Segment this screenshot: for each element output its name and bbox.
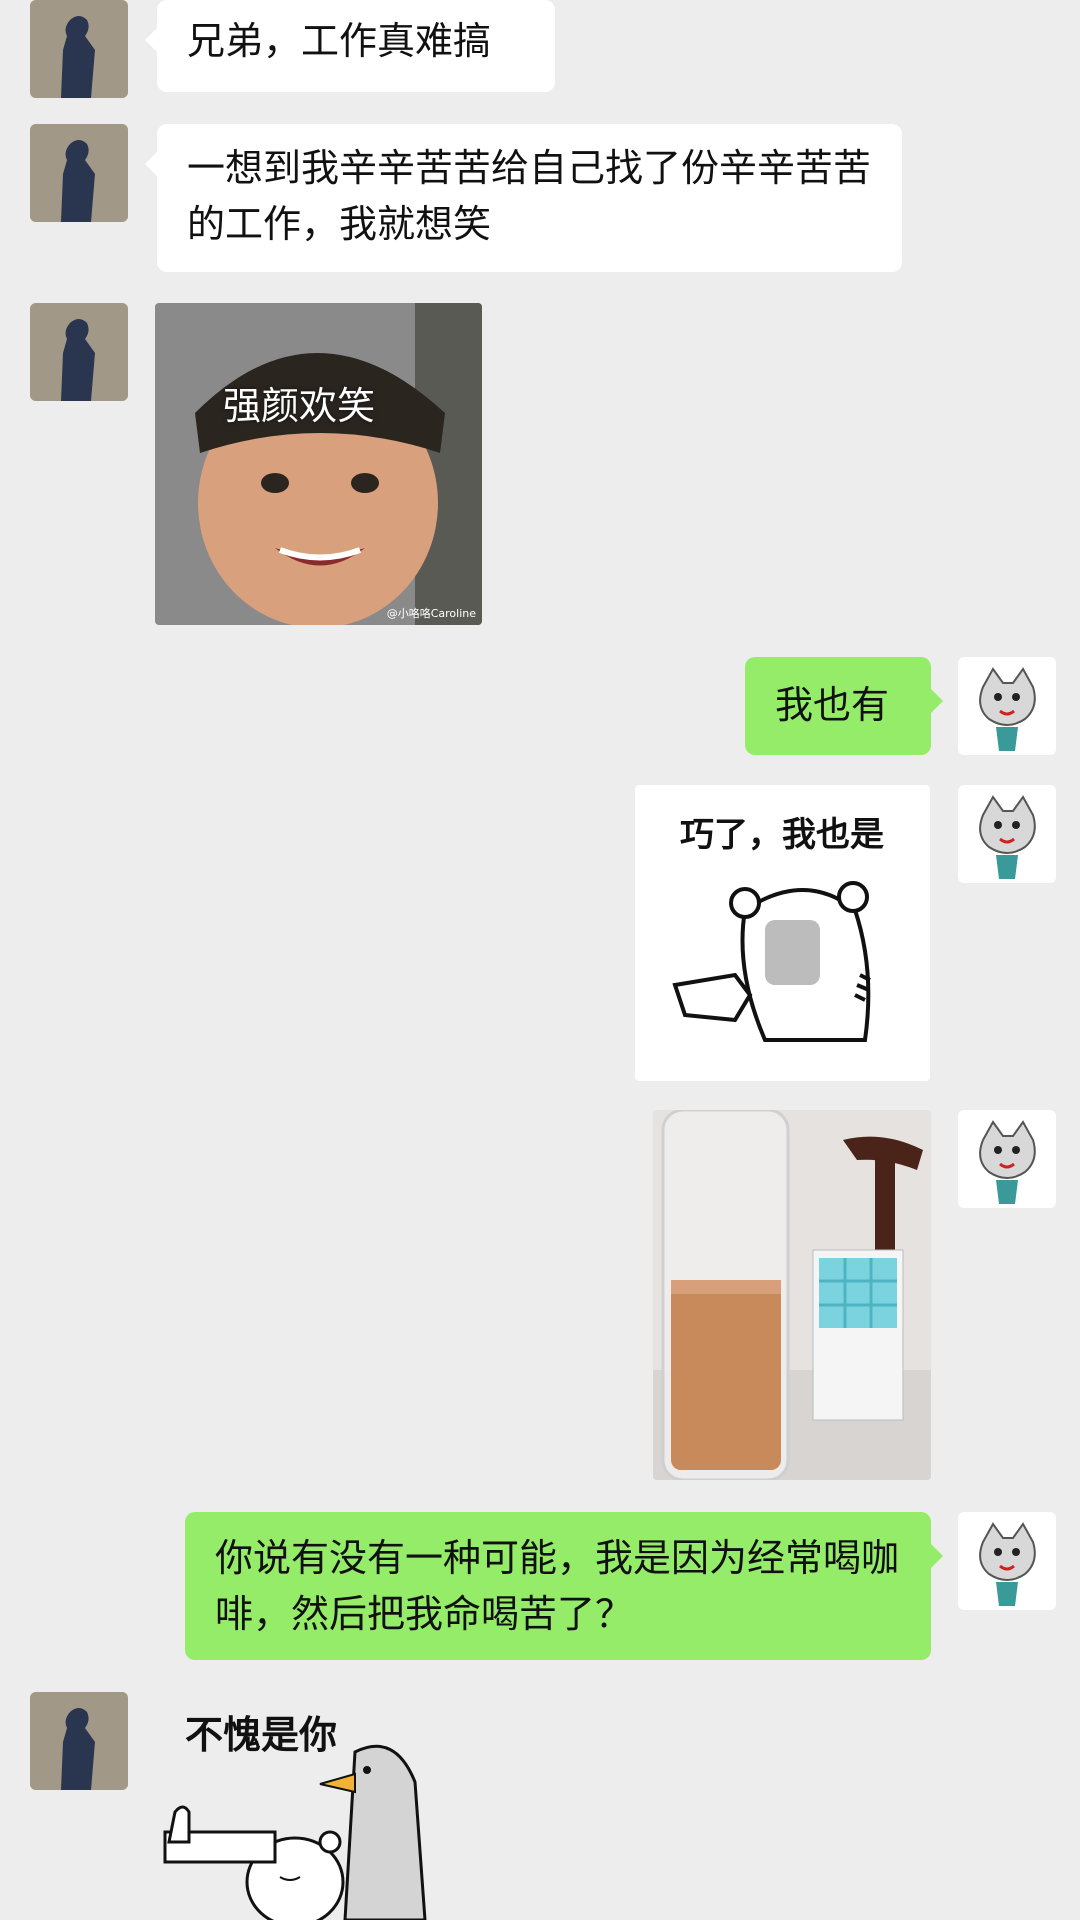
- self-avatar[interactable]: [958, 657, 1056, 755]
- self-avatar[interactable]: [958, 1110, 1056, 1208]
- message-text: 一想到我辛辛苦苦给自己找了份辛辛苦苦的工作，我就想笑: [187, 146, 872, 246]
- message-bubble-outgoing[interactable]: 你说有没有一种可能，我是因为经常喝咖啡，然后把我命喝苦了？: [185, 1512, 943, 1660]
- image-watermark: @小咯咯Caroline: [386, 607, 476, 620]
- image-message[interactable]: 强颜欢笑 @小咯咯Caroline: [155, 303, 482, 625]
- self-avatar[interactable]: [958, 1512, 1056, 1610]
- contact-avatar[interactable]: [30, 124, 128, 222]
- contact-avatar[interactable]: [30, 1692, 128, 1790]
- penguin-and-bear-sticker: [163, 1744, 427, 1920]
- message-text: 兄弟，工作真难搞: [187, 19, 492, 63]
- self-avatar[interactable]: [958, 785, 1056, 883]
- coffee-and-cube-photo: [653, 1110, 931, 1480]
- message-text: 你说有没有一种可能，我是因为经常喝咖啡，然后把我命喝苦了？: [215, 1536, 900, 1636]
- sticker-message[interactable]: 巧了，我也是: [635, 785, 930, 1081]
- bear-pointing-sticker: [672, 881, 871, 1042]
- message-bubble-incoming[interactable]: 一想到我辛辛苦苦给自己找了份辛辛苦苦的工作，我就想笑: [145, 124, 902, 272]
- contact-avatar[interactable]: [30, 303, 128, 401]
- contact-avatar[interactable]: [30, 0, 128, 98]
- message-text: 我也有: [775, 683, 890, 727]
- smiling-child-image: [155, 303, 482, 625]
- image-overlay-text: 强颜欢笑: [223, 384, 376, 428]
- sticker-message[interactable]: 不愧是你: [155, 1692, 455, 1920]
- message-bubble-incoming[interactable]: 兄弟，工作真难搞: [145, 0, 555, 92]
- photo-message[interactable]: [653, 1110, 931, 1480]
- message-bubble-outgoing[interactable]: 我也有: [745, 657, 943, 755]
